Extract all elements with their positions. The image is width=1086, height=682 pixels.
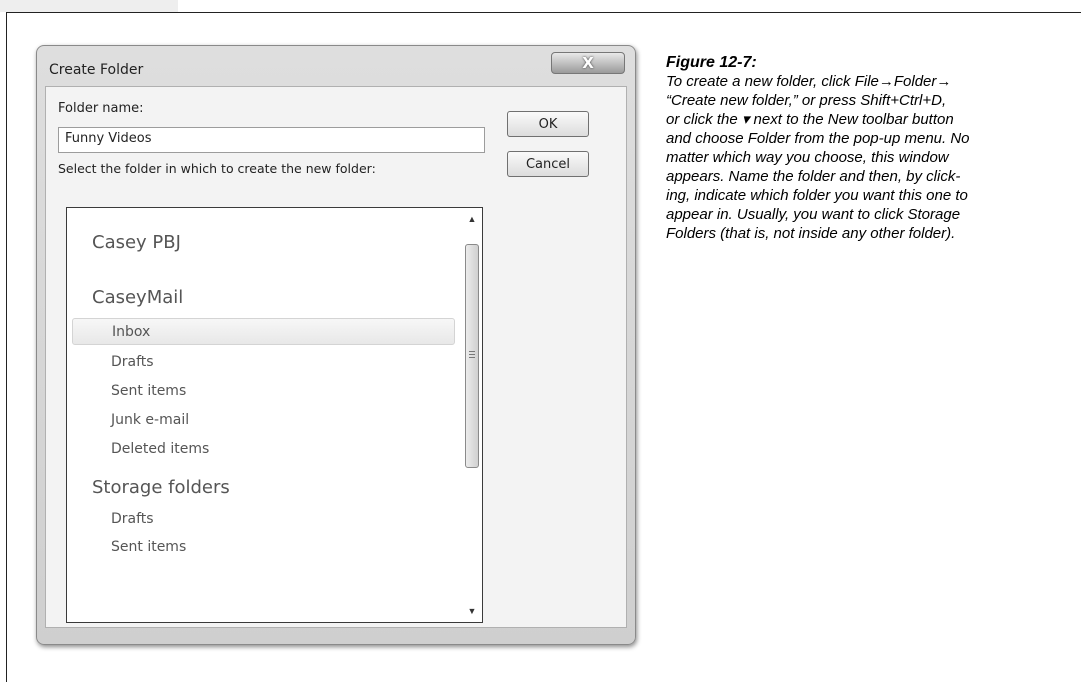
cancel-button[interactable]: Cancel	[507, 151, 589, 177]
close-button[interactable]: X	[551, 52, 625, 74]
caption-line: “Create new folder,” or press Shift+Ctrl…	[666, 92, 947, 109]
dialog-title: Create Folder	[49, 62, 144, 78]
tree-folder-sent-items[interactable]: Sent items	[67, 383, 482, 399]
scroll-grip-line	[469, 351, 475, 352]
caption-line: and choose Folder from the pop-up menu. …	[666, 130, 970, 147]
tree-scrollbar[interactable]: ▲ ▼	[462, 208, 482, 622]
select-folder-label: Select the folder in which to create the…	[58, 161, 376, 176]
scrollbar-thumb[interactable]	[465, 244, 479, 468]
caption-line: Folders (that is, not inside any other f…	[666, 225, 956, 242]
caption-line: matter which way you choose, this window	[666, 149, 949, 166]
page-top-tab	[0, 0, 178, 12]
tree-folder-inbox[interactable]: Inbox	[72, 318, 455, 345]
caption-line: ing, indicate which folder you want this…	[666, 187, 968, 204]
caption-line: To create a new folder, click File→Folde…	[666, 73, 952, 90]
tree-folder-storage-drafts[interactable]: Drafts	[67, 511, 482, 527]
scroll-up-arrow-icon[interactable]: ▲	[465, 212, 479, 226]
tree-account-storage-folders[interactable]: Storage folders	[67, 477, 482, 498]
tree-folder-storage-sent-items[interactable]: Sent items	[67, 539, 482, 555]
tree-account-caseymail[interactable]: CaseyMail	[67, 287, 482, 308]
scroll-grip-line	[469, 357, 475, 358]
tree-folder-drafts[interactable]: Drafts	[67, 354, 482, 370]
caption-line: or click the ▾ next to the New toolbar b…	[666, 111, 954, 128]
ok-button[interactable]: OK	[507, 111, 589, 137]
figure-caption: Figure 12-7: To create a new folder, cli…	[666, 53, 1066, 243]
tree-account-casey-pbj[interactable]: Casey PBJ	[67, 232, 482, 253]
scroll-grip-line	[469, 354, 475, 355]
folder-name-input[interactable]: Funny Videos	[58, 127, 485, 153]
tree-folder-junk-email[interactable]: Junk e-mail	[67, 412, 482, 428]
caption-line: appears. Name the folder and then, by cl…	[666, 168, 961, 185]
folder-name-label: Folder name:	[58, 101, 144, 116]
tree-folder-deleted-items[interactable]: Deleted items	[67, 441, 482, 457]
scroll-down-arrow-icon[interactable]: ▼	[465, 604, 479, 618]
dialog-client-area: Folder name: Funny Videos Select the fol…	[45, 86, 627, 628]
caption-line: appear in. Usually, you want to click St…	[666, 206, 961, 223]
close-icon: X	[582, 54, 594, 72]
create-folder-dialog: Create Folder X Folder name: Funny Video…	[36, 45, 636, 645]
folder-tree[interactable]: Casey PBJ CaseyMail Inbox Drafts Sent it…	[66, 207, 483, 623]
caption-title: Figure 12-7:	[666, 54, 757, 71]
